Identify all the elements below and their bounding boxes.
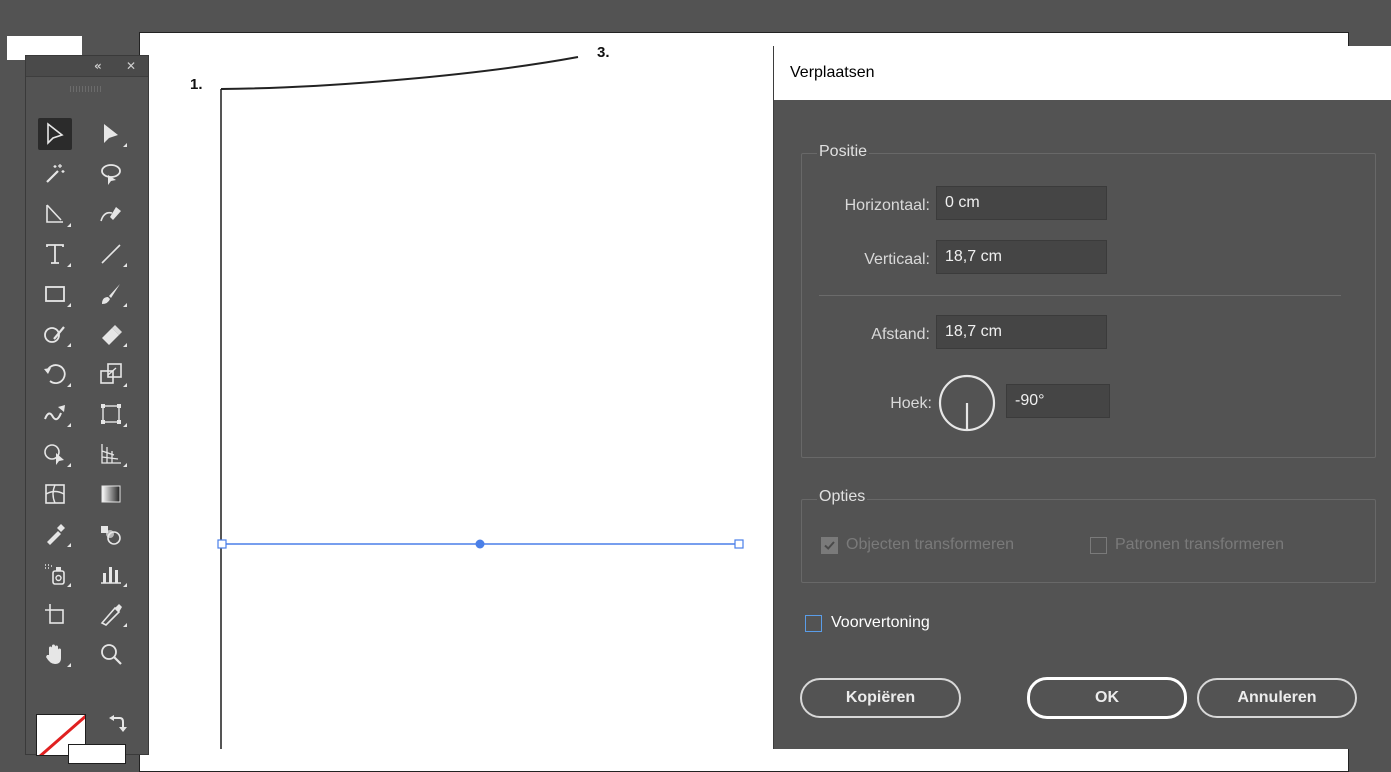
move-dialog: Verplaatsen Positie Horizontaal: Vertica… bbox=[773, 46, 1391, 749]
direct-selection-tool-icon[interactable] bbox=[94, 118, 128, 150]
eyedropper-tool-icon[interactable] bbox=[38, 518, 72, 550]
free-transform-tool-icon[interactable] bbox=[94, 398, 128, 430]
stroke-swatch[interactable] bbox=[68, 744, 126, 764]
horizontaal-label: Horizontaal: bbox=[844, 197, 930, 214]
patronen-transformeren-checkbox[interactable] bbox=[1090, 537, 1107, 554]
gradient-tool-icon[interactable] bbox=[94, 478, 128, 510]
mesh-tool-icon[interactable] bbox=[38, 478, 72, 510]
point-label-3: 3. bbox=[597, 44, 610, 61]
positie-legend: Positie bbox=[817, 143, 870, 161]
lasso-tool-icon[interactable] bbox=[94, 158, 128, 190]
selection-tool-icon[interactable] bbox=[38, 118, 72, 150]
tools-panel-header[interactable]: « ✕ bbox=[26, 56, 148, 77]
symbol-sprayer-tool-icon[interactable] bbox=[38, 558, 72, 590]
magic-wand-tool-icon[interactable] bbox=[38, 158, 72, 190]
hoek-label: Hoek: bbox=[890, 395, 932, 412]
close-panel-icon[interactable]: ✕ bbox=[126, 59, 136, 73]
voorvertoning-label: Voorvertoning bbox=[831, 614, 930, 631]
scale-tool-icon[interactable] bbox=[94, 358, 128, 390]
objecten-transformeren-checkbox[interactable] bbox=[821, 537, 838, 554]
eraser-tool-icon[interactable] bbox=[94, 318, 128, 350]
point-label-1: 1. bbox=[190, 76, 203, 93]
rotate-tool-icon[interactable] bbox=[38, 358, 72, 390]
paintbrush-tool-icon[interactable] bbox=[94, 278, 128, 310]
column-graph-tool-icon[interactable] bbox=[94, 558, 128, 590]
collapse-panel-icon[interactable]: « bbox=[94, 59, 102, 73]
zoom-tool-icon[interactable] bbox=[94, 638, 128, 670]
line-segment-tool-icon[interactable] bbox=[94, 238, 128, 270]
swap-colors-icon[interactable] bbox=[106, 714, 128, 741]
artboard-tool-icon[interactable] bbox=[38, 598, 72, 630]
type-tool-icon[interactable] bbox=[38, 238, 72, 270]
perspective-grid-tool-icon[interactable] bbox=[94, 438, 128, 470]
hoek-input[interactable] bbox=[1006, 384, 1110, 418]
afstand-input[interactable] bbox=[936, 315, 1107, 349]
ok-button[interactable]: OK bbox=[1027, 677, 1187, 719]
afstand-label: Afstand: bbox=[871, 326, 930, 343]
rectangle-tool-icon[interactable] bbox=[38, 278, 72, 310]
voorvertoning-checkbox[interactable] bbox=[805, 615, 822, 632]
fill-stroke-swatches bbox=[36, 714, 136, 764]
shape-builder-tool-icon[interactable] bbox=[38, 438, 72, 470]
blend-tool-icon[interactable] bbox=[94, 518, 128, 550]
horizontaal-input[interactable] bbox=[936, 186, 1107, 220]
warp-tool-icon[interactable] bbox=[38, 398, 72, 430]
anchor-point-tool-icon[interactable] bbox=[38, 198, 72, 230]
angle-dial[interactable] bbox=[937, 373, 997, 433]
opties-legend: Opties bbox=[817, 488, 868, 506]
objecten-transformeren-label: Objecten transformeren bbox=[846, 536, 1015, 553]
verticaal-input[interactable] bbox=[936, 240, 1107, 274]
dialog-titlebar[interactable]: Verplaatsen bbox=[774, 46, 1391, 100]
hand-tool-icon[interactable] bbox=[38, 638, 72, 670]
kopieren-button[interactable]: Kopiëren bbox=[800, 678, 961, 718]
dialog-title: Verplaatsen bbox=[790, 64, 875, 81]
panel-grip[interactable] bbox=[70, 86, 102, 92]
shaper-tool-icon[interactable] bbox=[38, 318, 72, 350]
slice-tool-icon[interactable] bbox=[94, 598, 128, 630]
patronen-transformeren-label: Patronen transformeren bbox=[1115, 536, 1284, 553]
annuleren-button[interactable]: Annuleren bbox=[1197, 678, 1357, 718]
tools-panel: « ✕ bbox=[25, 55, 149, 764]
positie-separator bbox=[819, 295, 1341, 296]
curvature-pen-tool-icon[interactable] bbox=[94, 198, 128, 230]
verticaal-label: Verticaal: bbox=[864, 251, 930, 268]
